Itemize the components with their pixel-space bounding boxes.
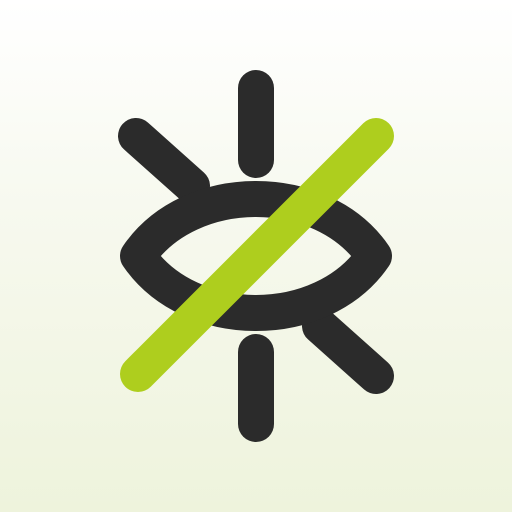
eye-ray-bottom-right <box>302 308 394 394</box>
app-icon-canvas <box>0 0 512 512</box>
eye-slash-icon <box>118 70 394 442</box>
eye-ray-top-left <box>118 118 210 204</box>
